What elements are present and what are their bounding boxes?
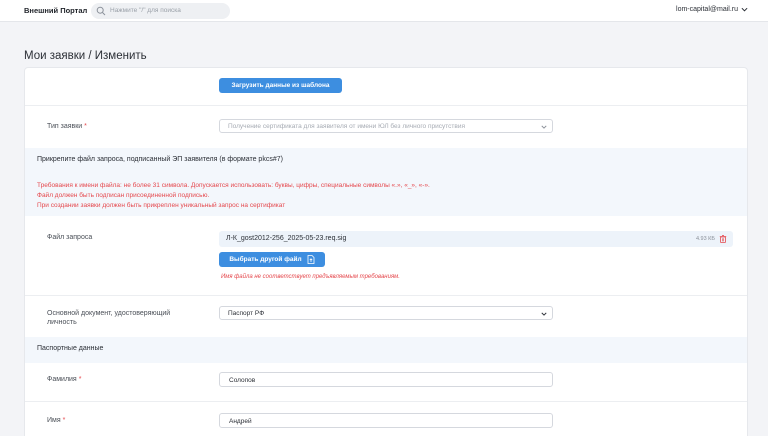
request-file-label: Файл запроса (47, 234, 93, 241)
request-type-value: Получение сертификата для заявителя от и… (228, 123, 465, 130)
divider (25, 401, 747, 402)
name-value: Андрей (229, 418, 252, 425)
requirement-line: При создании заявки должен быть прикрепл… (37, 202, 286, 209)
choose-file-label: Выбрать другой файл (229, 256, 302, 263)
identity-doc-select[interactable]: Паспорт РФ (219, 306, 553, 320)
required-mark: * (78, 376, 82, 383)
identity-doc-value: Паспорт РФ (228, 310, 265, 317)
name-input[interactable]: Андрей (219, 413, 553, 428)
portal-brand[interactable]: Внешний Портал (24, 6, 87, 15)
choose-another-file-button[interactable]: Выбрать другой файл (219, 252, 325, 267)
user-menu[interactable]: lom-capital@mail.ru (676, 6, 748, 13)
name-label: Имя * (47, 417, 66, 424)
file-error-message: Имя файла не соответствует предъявляемым… (221, 274, 400, 280)
passport-section: Паспортные данные (25, 337, 747, 363)
surname-value: Солопов (229, 377, 256, 384)
chevron-down-icon (541, 312, 547, 316)
requirement-line: Требования к имени файла: не более 31 си… (37, 182, 430, 189)
required-mark: * (84, 123, 87, 130)
divider (25, 295, 747, 296)
surname-input[interactable]: Солопов (219, 372, 553, 387)
surname-label: Фамилия * (47, 376, 82, 383)
passport-section-title: Паспортные данные (37, 345, 104, 352)
trash-icon[interactable] (719, 235, 727, 243)
search-input[interactable]: Нажмите "/" для поиска (91, 3, 230, 19)
request-form-card: Загрузить данные из шаблона Тип заявки *… (24, 67, 748, 436)
load-template-button[interactable]: Загрузить данные из шаблона (219, 78, 342, 93)
request-type-select[interactable]: Получение сертификата для заявителя от и… (219, 119, 553, 133)
chevron-down-icon (741, 7, 748, 12)
file-name[interactable]: Л-К_gost2012-256_2025-05-23.req.sig (226, 235, 346, 242)
search-placeholder: Нажмите "/" для поиска (110, 7, 181, 14)
user-email: lom-capital@mail.ru (676, 6, 738, 13)
attach-section-title: Прикрепите файл запроса, подписанный ЭП … (37, 156, 283, 163)
attach-file-section: Прикрепите файл запроса, подписанный ЭП … (25, 148, 747, 216)
chevron-down-icon (541, 125, 547, 129)
top-navbar: Внешний Портал Нажмите "/" для поиска lo… (0, 0, 768, 22)
requirement-line: Файл должен быть подписан присоединенной… (37, 192, 210, 199)
attached-file: Л-К_gost2012-256_2025-05-23.req.sig 4.93… (219, 231, 733, 247)
request-type-label: Тип заявки * (47, 123, 87, 130)
required-mark: * (62, 417, 66, 424)
file-upload-icon (307, 255, 315, 264)
file-size: 4.93 КБ (695, 236, 715, 242)
search-icon (96, 6, 106, 16)
identity-doc-label: Основной документ, удостоверяющий личнос… (47, 310, 171, 326)
divider (25, 105, 747, 106)
page-title: Мои заявки / Изменить (24, 50, 147, 62)
